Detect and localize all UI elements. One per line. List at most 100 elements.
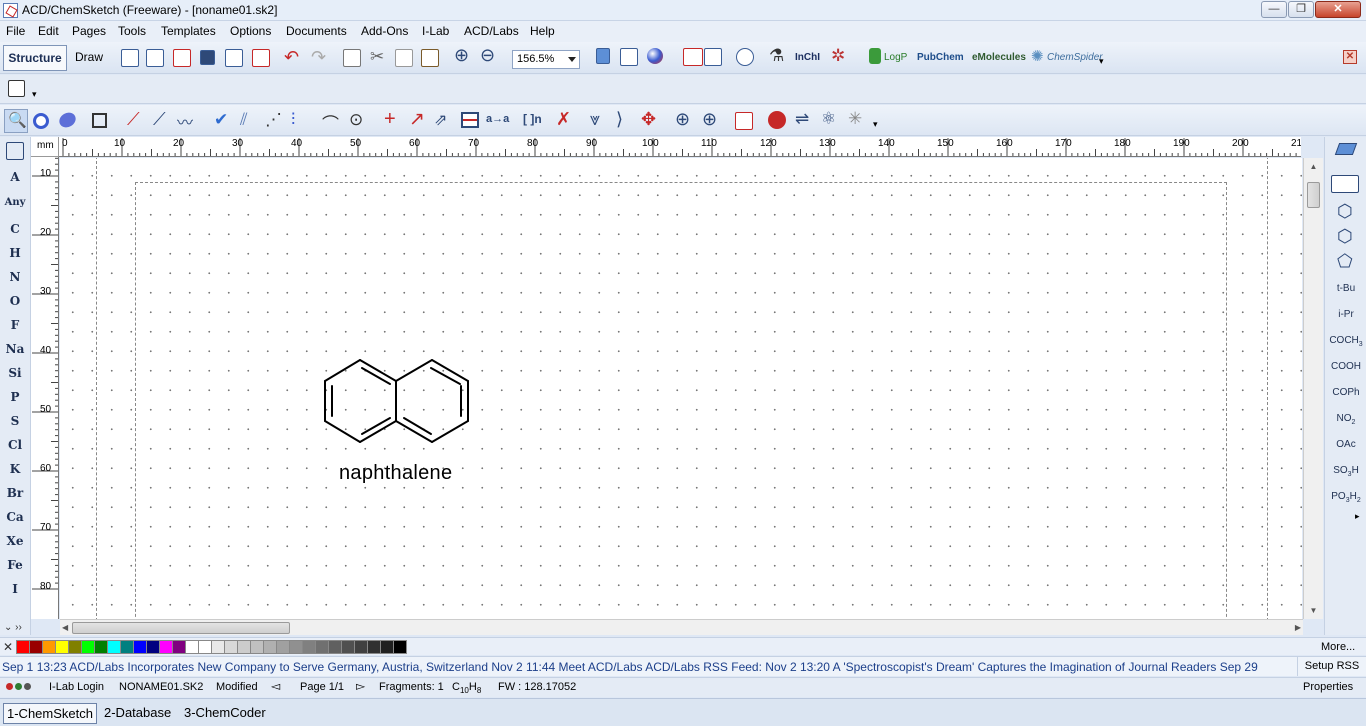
cut-icon[interactable]: ✂ [370, 47, 384, 67]
rotate-tool-icon[interactable] [33, 113, 49, 129]
atom-fe[interactable]: Fe [0, 558, 30, 572]
color-swatch[interactable] [211, 640, 225, 654]
maximize-button[interactable]: ❐ [1288, 1, 1314, 18]
menu-tools[interactable]: Tools [118, 24, 146, 38]
bond[interactable] [324, 420, 361, 443]
insert-image-icon[interactable] [620, 48, 638, 66]
wedge-bond-icon[interactable]: ✔ [214, 110, 228, 130]
atom-na[interactable]: Na [0, 342, 30, 356]
atom-i[interactable]: I [0, 582, 30, 596]
rss-ticker[interactable]: Sep 1 13:23 ACD/Labs Incorporates New Co… [2, 660, 1258, 674]
align-horizontal-icon[interactable]: ⊕ [675, 109, 690, 130]
radical-tool-icon[interactable]: ⊙ [349, 110, 363, 130]
color-swatch[interactable] [341, 640, 355, 654]
zoom-select[interactable]: 156.5% [512, 50, 580, 69]
zoom-out-icon[interactable]: ⊖ [480, 45, 495, 66]
color-swatch[interactable] [146, 640, 160, 654]
cyclohexane-icon[interactable]: ⬡ [1337, 201, 1353, 222]
atom-a[interactable]: A [0, 170, 30, 184]
bond[interactable] [395, 359, 433, 382]
atom-p[interactable]: P [0, 390, 30, 404]
align-vertical-icon[interactable]: ⊕ [702, 109, 717, 130]
settings-tool-icon[interactable]: ✳ [848, 109, 862, 129]
name-structure-icon[interactable]: ⚗ [769, 46, 784, 66]
bond-tool-icon[interactable]: ⟋ [127, 109, 140, 130]
color-swatch[interactable] [68, 640, 82, 654]
3d-optimization-icon[interactable]: ⚛ [821, 109, 836, 129]
palette-expand-icon[interactable]: ⌄ ›› [4, 622, 22, 633]
color-swatch[interactable] [185, 640, 199, 654]
molecule-icon[interactable]: ✲ [831, 46, 845, 66]
rectangle-select-icon[interactable] [92, 113, 107, 128]
menu-acd-labs[interactable]: ACD/Labs [464, 24, 519, 38]
properties-button[interactable]: Properties [1303, 681, 1353, 693]
color-swatch[interactable] [94, 640, 108, 654]
scroll-left-icon[interactable]: ◀ [62, 620, 68, 635]
export-pdf-icon[interactable] [252, 49, 270, 67]
fragment-po3h2[interactable]: PO3H2 [1325, 491, 1366, 504]
chevron-down-icon[interactable]: ▾ [873, 119, 878, 130]
emolecules-button[interactable]: eMolecules [972, 52, 1026, 63]
atom-br[interactable]: Br [0, 486, 30, 500]
open-folder-icon[interactable] [173, 49, 191, 67]
redo-icon[interactable]: ↷ [311, 47, 326, 68]
fragment-coch3[interactable]: COCH3 [1325, 335, 1366, 348]
bond[interactable] [431, 420, 469, 443]
atom-mapping-button[interactable]: a→a [486, 113, 509, 125]
chevron-down-icon[interactable]: ▾ [32, 89, 37, 100]
menu-options[interactable]: Options [230, 24, 271, 38]
group-icon[interactable] [735, 112, 753, 130]
color-swatch[interactable] [302, 640, 316, 654]
periodic-table-icon[interactable] [6, 142, 24, 160]
zigzag-chain-icon[interactable]: 〰 [177, 109, 193, 133]
more-colors-button[interactable]: More... [1321, 641, 1355, 653]
dashed-bond-icon[interactable]: ⋰ [265, 110, 282, 130]
fragment-no2[interactable]: NO2 [1325, 413, 1366, 426]
flip-left-right-icon[interactable]: ⟩ [616, 109, 623, 130]
hash-bond-icon[interactable]: ⫽ [240, 110, 248, 130]
color-swatch[interactable] [55, 640, 69, 654]
naphthalene-structure[interactable] [322, 358, 472, 448]
color-swatch[interactable] [29, 640, 43, 654]
atom-h[interactable]: H [0, 246, 30, 260]
color-swatch[interactable] [133, 640, 147, 654]
color-swatch[interactable] [263, 640, 277, 654]
atom-ca[interactable]: Ca [0, 510, 30, 524]
vertical-scrollbar[interactable]: ▲ ▼ [1303, 158, 1323, 619]
scroll-right-icon[interactable]: ▶ [1295, 620, 1301, 635]
zoom-in-icon[interactable]: ⊕ [454, 45, 469, 66]
no-color-button[interactable]: ✕ [3, 640, 13, 654]
menu-templates[interactable]: Templates [161, 24, 216, 38]
color-swatch[interactable] [289, 640, 303, 654]
color-swatch[interactable] [81, 640, 95, 654]
page-prev-icon[interactable]: ◅ [271, 679, 280, 693]
reaction-map-icon[interactable] [461, 112, 479, 128]
menu-i-lab[interactable]: I-Lab [422, 24, 449, 38]
tab-chemcoder[interactable]: 3-ChemCoder [181, 703, 269, 724]
color-swatch[interactable] [237, 640, 251, 654]
wavy-bond-icon[interactable]: ⫶ [291, 110, 295, 130]
fragment-so3h[interactable]: SO3H [1325, 465, 1366, 478]
atom-o[interactable]: O [0, 294, 30, 308]
chain-tool-icon[interactable]: ⟋ [153, 109, 166, 130]
color-swatch[interactable] [16, 640, 30, 654]
ilab-login-button[interactable]: I-Lab Login [49, 681, 104, 693]
new-page-icon[interactable] [146, 49, 164, 67]
color-swatch[interactable] [224, 640, 238, 654]
menu-pages[interactable]: Pages [72, 24, 106, 38]
vertical-scroll-thumb[interactable] [1307, 182, 1320, 208]
fragment-t-bu[interactable]: t-Bu [1325, 283, 1366, 294]
fragment-i-pr[interactable]: i-Pr [1325, 309, 1366, 320]
menu-documents[interactable]: Documents [286, 24, 347, 38]
structure-name-label[interactable]: naphthalene [339, 462, 452, 485]
close-window-button[interactable]: ✕ [1315, 1, 1361, 18]
color-swatch[interactable] [276, 640, 290, 654]
new-document-icon[interactable] [121, 49, 139, 67]
color-swatch[interactable] [42, 640, 56, 654]
structure-template-icon[interactable] [596, 48, 610, 64]
color-swatch[interactable] [328, 640, 342, 654]
flip-top-bottom-icon[interactable]: ⩔ [590, 109, 600, 130]
save-icon[interactable] [200, 50, 215, 65]
cyclopentane-icon[interactable]: ⬠ [1337, 251, 1353, 272]
menu-edit[interactable]: Edit [38, 24, 59, 38]
